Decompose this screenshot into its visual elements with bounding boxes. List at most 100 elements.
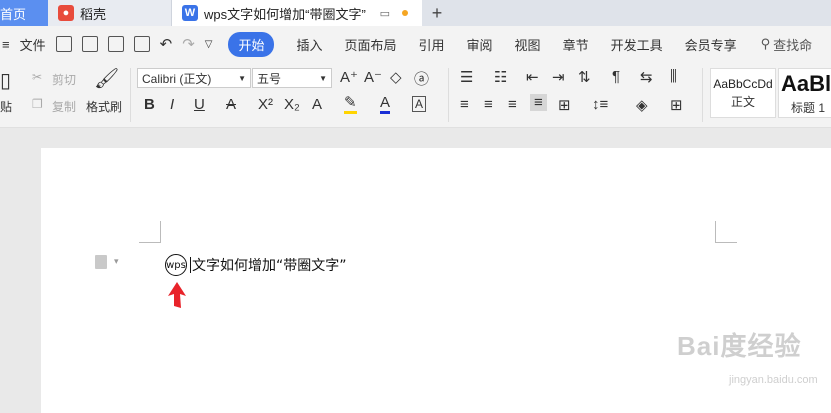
paste-label[interactable]: 贴 — [0, 98, 12, 115]
sort-icon[interactable]: ⇅ — [578, 68, 591, 86]
text-effect-icon[interactable]: A — [312, 96, 322, 113]
search-label: 查找命 — [773, 37, 813, 53]
align-left-icon[interactable]: ≡ — [460, 96, 469, 113]
redo-icon[interactable]: ↷ — [182, 35, 195, 53]
search-icon: ⚲ — [760, 36, 771, 51]
watermark-url: jingyan.baidu.com — [729, 374, 818, 386]
numbered-list-icon[interactable]: ☷ — [494, 68, 507, 86]
tab-daoke-label: 稻壳 — [80, 6, 107, 22]
subscript-icon[interactable]: X₂ — [284, 96, 300, 113]
paste-icon[interactable]: ▯ — [0, 68, 11, 93]
style-heading1[interactable]: AaBl 标题 1 — [778, 68, 831, 118]
align-center-icon[interactable]: ≡ — [484, 96, 493, 113]
char-border-icon[interactable]: A — [412, 96, 427, 112]
menu-file[interactable]: 文件 — [20, 35, 46, 54]
align-justify-icon[interactable]: ≡ — [530, 94, 547, 111]
line-spacing-icon[interactable]: ↕≡ — [592, 96, 608, 113]
menu-tab-member[interactable]: 会员专享 — [685, 35, 737, 54]
font-size-value: 五号 — [257, 71, 282, 86]
shrink-font-icon[interactable]: A⁻ — [364, 68, 382, 86]
text-direction-icon[interactable]: ⇆ — [640, 68, 653, 86]
style-normal[interactable]: AaBbCcDd 正文 — [710, 68, 776, 118]
font-name-select[interactable]: Calibri (正文) ▼ — [137, 68, 251, 88]
tab-home-label: 首页 — [0, 6, 27, 22]
style-normal-sample: AaBbCcDd — [713, 76, 773, 91]
style-normal-caption: 正文 — [730, 94, 755, 109]
style-heading1-caption: 标题 1 — [791, 100, 826, 115]
menu-tab-references[interactable]: 引用 — [419, 35, 445, 54]
grow-font-icon[interactable]: A⁺ — [340, 68, 358, 86]
highlight-icon[interactable]: ✎ — [344, 95, 357, 114]
divider — [702, 68, 703, 122]
clear-format-icon[interactable]: ◇ — [390, 68, 402, 86]
margin-corner-top-right — [715, 221, 737, 243]
bullet-list-icon[interactable]: ☰ — [460, 68, 473, 86]
enclosed-character: wps — [165, 254, 187, 276]
strikethrough-icon[interactable]: A — [226, 96, 236, 113]
hamburger-icon[interactable]: ≡ — [2, 37, 10, 52]
style-heading1-sample: AaBl — [781, 70, 831, 96]
menu-bar: ≡ 文件 ↶ ↷ ▽ 开始 插入 页面布局 引用 审阅 视图 章节 开发工具 会… — [0, 26, 831, 62]
borders-icon[interactable]: ⊞ — [670, 96, 683, 114]
menu-tab-view[interactable]: 视图 — [515, 35, 541, 54]
tab-document-label: wps文字如何增加“带圈文字” — [204, 6, 366, 22]
copy-icon[interactable]: ❐ — [32, 97, 43, 111]
font-color-icon[interactable]: A — [380, 95, 391, 114]
quick-access-dropdown-icon[interactable]: ▽ — [205, 39, 213, 50]
ribbon: ▯ 贴 ✂ 剪切 ❐ 复制 🖌 格式刷 Calibri (正文) ▼ 五号 ▼ … — [0, 62, 831, 128]
divider — [448, 68, 449, 122]
format-painter-icon[interactable]: 🖌 — [94, 66, 119, 91]
format-painter-button[interactable]: 格式刷 — [86, 98, 122, 115]
bold-icon[interactable]: B — [144, 96, 155, 113]
daoke-logo-icon: ● — [58, 5, 74, 21]
paragraph-handle-icon[interactable] — [95, 255, 107, 269]
cut-button[interactable]: 剪切 — [52, 71, 76, 88]
tab-home[interactable]: 首页 — [0, 0, 48, 26]
distributed-icon[interactable]: ⫼ — [670, 68, 677, 85]
distribute-align-icon[interactable]: ⊞ — [558, 96, 571, 114]
chevron-down-icon: ▼ — [238, 73, 246, 83]
search-box[interactable]: ⚲ 查找命 — [761, 35, 813, 54]
paragraph-mark-icon[interactable]: ¶ — [612, 68, 620, 85]
document-page[interactable]: ▾ wps 文字如何增加“带圈文字” Bai度经验 jingyan.baidu.… — [41, 148, 831, 413]
italic-icon[interactable]: I — [170, 96, 174, 113]
phonetic-icon[interactable]: ⓐ — [414, 68, 429, 89]
superscript-icon[interactable]: X² — [258, 96, 273, 113]
chevron-down-icon: ▼ — [319, 73, 327, 83]
add-tab-button[interactable]: + — [422, 0, 452, 26]
shading-icon[interactable]: ◈ — [636, 96, 648, 114]
undo-icon[interactable]: ↶ — [160, 35, 173, 53]
tab-bar: 首页 ● 稻壳 W wps文字如何增加“带圈文字” ▭ + — [0, 0, 831, 26]
watermark-logo: Bai度经验 — [677, 331, 802, 361]
copy-button[interactable]: 复制 — [52, 98, 76, 115]
decrease-indent-icon[interactable]: ⇤ — [526, 68, 539, 86]
text-cursor — [190, 257, 191, 273]
print-preview-icon[interactable] — [133, 36, 150, 52]
increase-indent-icon[interactable]: ⇥ — [552, 68, 565, 86]
monitor-icon[interactable]: ▭ — [380, 7, 390, 20]
font-name-value: Calibri (正文) — [142, 71, 212, 86]
add-tab-label: + — [431, 2, 443, 23]
unsaved-dot-icon — [402, 10, 408, 16]
menu-tab-section[interactable]: 章节 — [563, 35, 589, 54]
paragraph-menu-chevron-icon[interactable]: ▾ — [114, 256, 119, 267]
tab-document[interactable]: W wps文字如何增加“带圈文字” ▭ — [172, 0, 422, 26]
scissors-icon[interactable]: ✂ — [32, 70, 42, 84]
menu-tab-review[interactable]: 审阅 — [467, 35, 493, 54]
save-icon[interactable] — [55, 36, 72, 52]
document-text-line[interactable]: wps 文字如何增加“带圈文字” — [165, 254, 347, 276]
font-size-select[interactable]: 五号 ▼ — [252, 68, 332, 88]
menu-tab-developer[interactable]: 开发工具 — [611, 35, 663, 54]
align-right-icon[interactable]: ≡ — [508, 96, 517, 113]
tab-daoke[interactable]: ● 稻壳 — [48, 0, 172, 26]
divider — [130, 68, 131, 122]
menu-tab-start[interactable]: 开始 — [228, 31, 275, 57]
wps-writer-icon: W — [182, 5, 198, 21]
menu-tab-layout[interactable]: 页面布局 — [345, 35, 397, 54]
margin-corner-top-left — [139, 221, 161, 243]
menu-tab-insert[interactable]: 插入 — [296, 35, 322, 54]
underline-icon[interactable]: U — [194, 96, 205, 113]
print-icon[interactable] — [107, 36, 124, 52]
document-text: 文字如何增加“带圈文字” — [192, 258, 347, 274]
export-pdf-icon[interactable] — [81, 36, 98, 52]
